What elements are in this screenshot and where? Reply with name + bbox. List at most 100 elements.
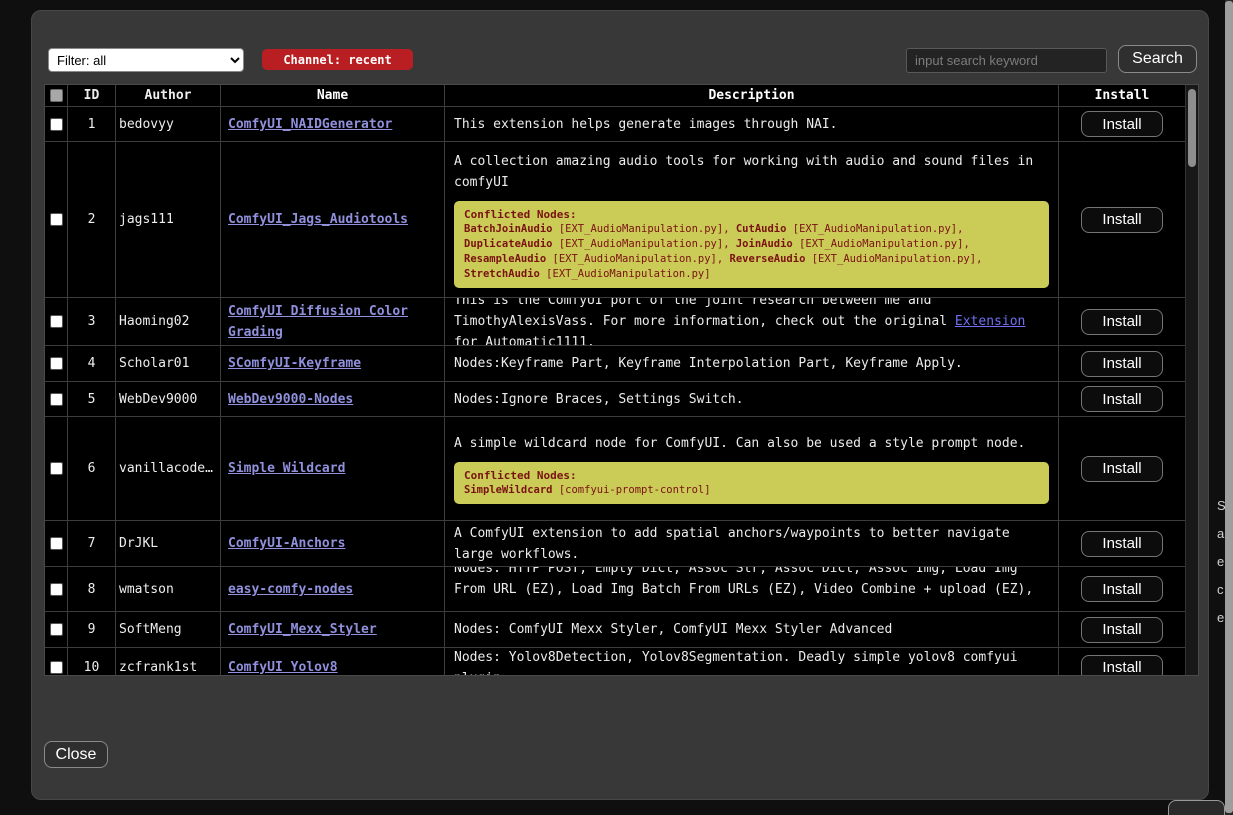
row-description: Nodes: HTTP POST, Empty Dict, Assoc Str,… [454, 567, 1049, 611]
select-all-checkbox[interactable] [50, 89, 63, 102]
row-id: 8 [68, 567, 116, 611]
row-description: This extension helps generate images thr… [454, 114, 838, 135]
install-button[interactable]: Install [1081, 111, 1163, 137]
header-id: ID [68, 85, 116, 106]
row-checkbox[interactable] [50, 537, 63, 550]
row-name-link[interactable]: ComfyUI_Jags_Audiotools [228, 209, 408, 230]
install-button[interactable]: Install [1081, 351, 1163, 377]
row-checkbox[interactable] [50, 462, 63, 475]
custom-nodes-manager-dialog: Filter: all Channel: recent Search ID Au… [31, 10, 1209, 800]
row-id: 4 [68, 346, 116, 381]
table-row: 9 SoftMeng ComfyUI_Mexx_Styler Nodes: Co… [45, 612, 1185, 648]
row-description: Nodes: ComfyUI Mexx Styler, ComfyUI Mexx… [454, 619, 892, 640]
row-author: jags111 [119, 213, 174, 226]
install-button[interactable]: Install [1081, 309, 1163, 335]
install-button[interactable]: Install [1081, 576, 1163, 602]
background-text-fragment: a [1217, 526, 1224, 541]
table-row: 7 DrJKL ComfyUI-Anchors A ComfyUI extens… [45, 521, 1185, 567]
row-name-link[interactable]: easy-comfy-nodes [228, 579, 353, 600]
row-checkbox[interactable] [50, 583, 63, 596]
row-name-link[interactable]: ComfyUI Yolov8 [228, 657, 338, 676]
row-description: Nodes: Yolov8Detection, Yolov8Segmentati… [454, 648, 1049, 676]
conflict-title: Conflicted Nodes: [464, 468, 1039, 483]
custom-nodes-table: ID Author Name Description Install 1 bed… [44, 84, 1199, 676]
table-header-row: ID Author Name Description Install [45, 85, 1185, 107]
row-author: bedovyy [119, 118, 174, 131]
row-id: 9 [68, 612, 116, 647]
row-id: 5 [68, 382, 116, 416]
row-name-link[interactable]: WebDev9000-Nodes [228, 389, 353, 410]
row-description: Nodes:Keyframe Part, Keyframe Interpolat… [454, 353, 963, 374]
row-description: This is the ComfyUI port of the joint re… [454, 298, 1049, 345]
table-row: 4 Scholar01 SComfyUI-Keyframe Nodes:Keyf… [45, 346, 1185, 382]
background-text-fragment: c [1217, 582, 1224, 597]
header-name: Name [221, 85, 445, 106]
table-scrollbar-thumb[interactable] [1188, 89, 1196, 167]
conflict-node-name: JoinAudio [736, 238, 793, 250]
background-partial-button[interactable] [1168, 800, 1225, 815]
conflict-items: BatchJoinAudio [EXT_AudioManipulation.py… [464, 222, 1039, 282]
background-text-fragment: e [1217, 610, 1224, 625]
row-name-link[interactable]: ComfyUI_Mexx_Styler [228, 619, 377, 640]
conflict-node-source: [EXT_AudioManipulation.py] [786, 223, 957, 235]
row-checkbox[interactable] [50, 213, 63, 226]
conflict-node-name: ResampleAudio [464, 253, 546, 265]
row-name-link[interactable]: ComfyUI Diffusion Color Grading [228, 301, 437, 343]
row-description: A simple wildcard node for ComfyUI. Can … [454, 433, 1025, 454]
row-checkbox[interactable] [50, 393, 63, 406]
conflict-node-name: BatchJoinAudio [464, 223, 553, 235]
row-author: DrJKL [119, 537, 158, 550]
row-checkbox[interactable] [50, 623, 63, 636]
search-input[interactable] [906, 48, 1107, 73]
conflict-title: Conflicted Nodes: [464, 207, 1039, 222]
table-row: 2 jags111 ComfyUI_Jags_Audiotools A coll… [45, 142, 1185, 298]
install-button[interactable]: Install [1081, 617, 1163, 643]
conflict-node-name: ReverseAudio [730, 253, 806, 265]
row-author: zcfrank1st [119, 661, 197, 674]
row-checkbox[interactable] [50, 118, 63, 131]
conflict-node-source: [EXT_AudioManipulation.py] [793, 238, 964, 250]
header-author: Author [116, 85, 221, 106]
header-description: Description [445, 85, 1059, 106]
row-id: 2 [68, 142, 116, 297]
table-row: 8 wmatson easy-comfy-nodes Nodes: HTTP P… [45, 567, 1185, 612]
install-button[interactable]: Install [1081, 456, 1163, 482]
install-button[interactable]: Install [1081, 386, 1163, 412]
header-install: Install [1059, 85, 1185, 106]
row-author: SoftMeng [119, 623, 182, 636]
conflict-node-source: [comfyui-prompt-control] [553, 484, 711, 496]
row-name-link[interactable]: SComfyUI-Keyframe [228, 353, 361, 374]
row-author: Haoming02 [119, 315, 189, 328]
row-id: 1 [68, 107, 116, 141]
row-checkbox[interactable] [50, 315, 63, 328]
extension-link[interactable]: Extension [955, 314, 1025, 329]
row-checkbox[interactable] [50, 661, 63, 674]
search-button[interactable]: Search [1118, 45, 1197, 73]
filter-select[interactable]: Filter: all [48, 48, 244, 72]
row-name-link[interactable]: ComfyUI_NAIDGenerator [228, 114, 392, 135]
conflict-node-name: StretchAudio [464, 268, 540, 280]
install-button[interactable]: Install [1081, 655, 1163, 677]
page-scrollbar-thumb[interactable] [1225, 1, 1233, 813]
row-description: A collection amazing audio tools for wor… [454, 151, 1049, 193]
row-checkbox[interactable] [50, 357, 63, 370]
table-row: 3 Haoming02 ComfyUI Diffusion Color Grad… [45, 298, 1185, 346]
conflict-node-source: [EXT_AudioManipulation.py] [553, 238, 724, 250]
table-scrollbar-track [1185, 85, 1198, 675]
row-author: Scholar01 [119, 357, 189, 370]
table-row: 1 bedovyy ComfyUI_NAIDGenerator This ext… [45, 107, 1185, 142]
row-name-link[interactable]: Simple Wildcard [228, 458, 345, 479]
row-id: 3 [68, 298, 116, 345]
row-name-link[interactable]: ComfyUI-Anchors [228, 533, 345, 554]
row-id: 10 [68, 648, 116, 676]
install-button[interactable]: Install [1081, 207, 1163, 233]
row-description: A ComfyUI extension to add spatial ancho… [454, 523, 1049, 565]
conflict-node-source: [EXT_AudioManipulation.py] [805, 253, 976, 265]
conflict-node-name: DuplicateAudio [464, 238, 553, 250]
table-row: 10 zcfrank1st ComfyUI Yolov8 Nodes: Yolo… [45, 648, 1185, 676]
row-author: vanillacode314 [119, 462, 217, 475]
close-button[interactable]: Close [44, 741, 108, 768]
install-button[interactable]: Install [1081, 531, 1163, 557]
channel-badge[interactable]: Channel: recent [262, 49, 413, 70]
background-text-fragment: e [1217, 554, 1224, 569]
